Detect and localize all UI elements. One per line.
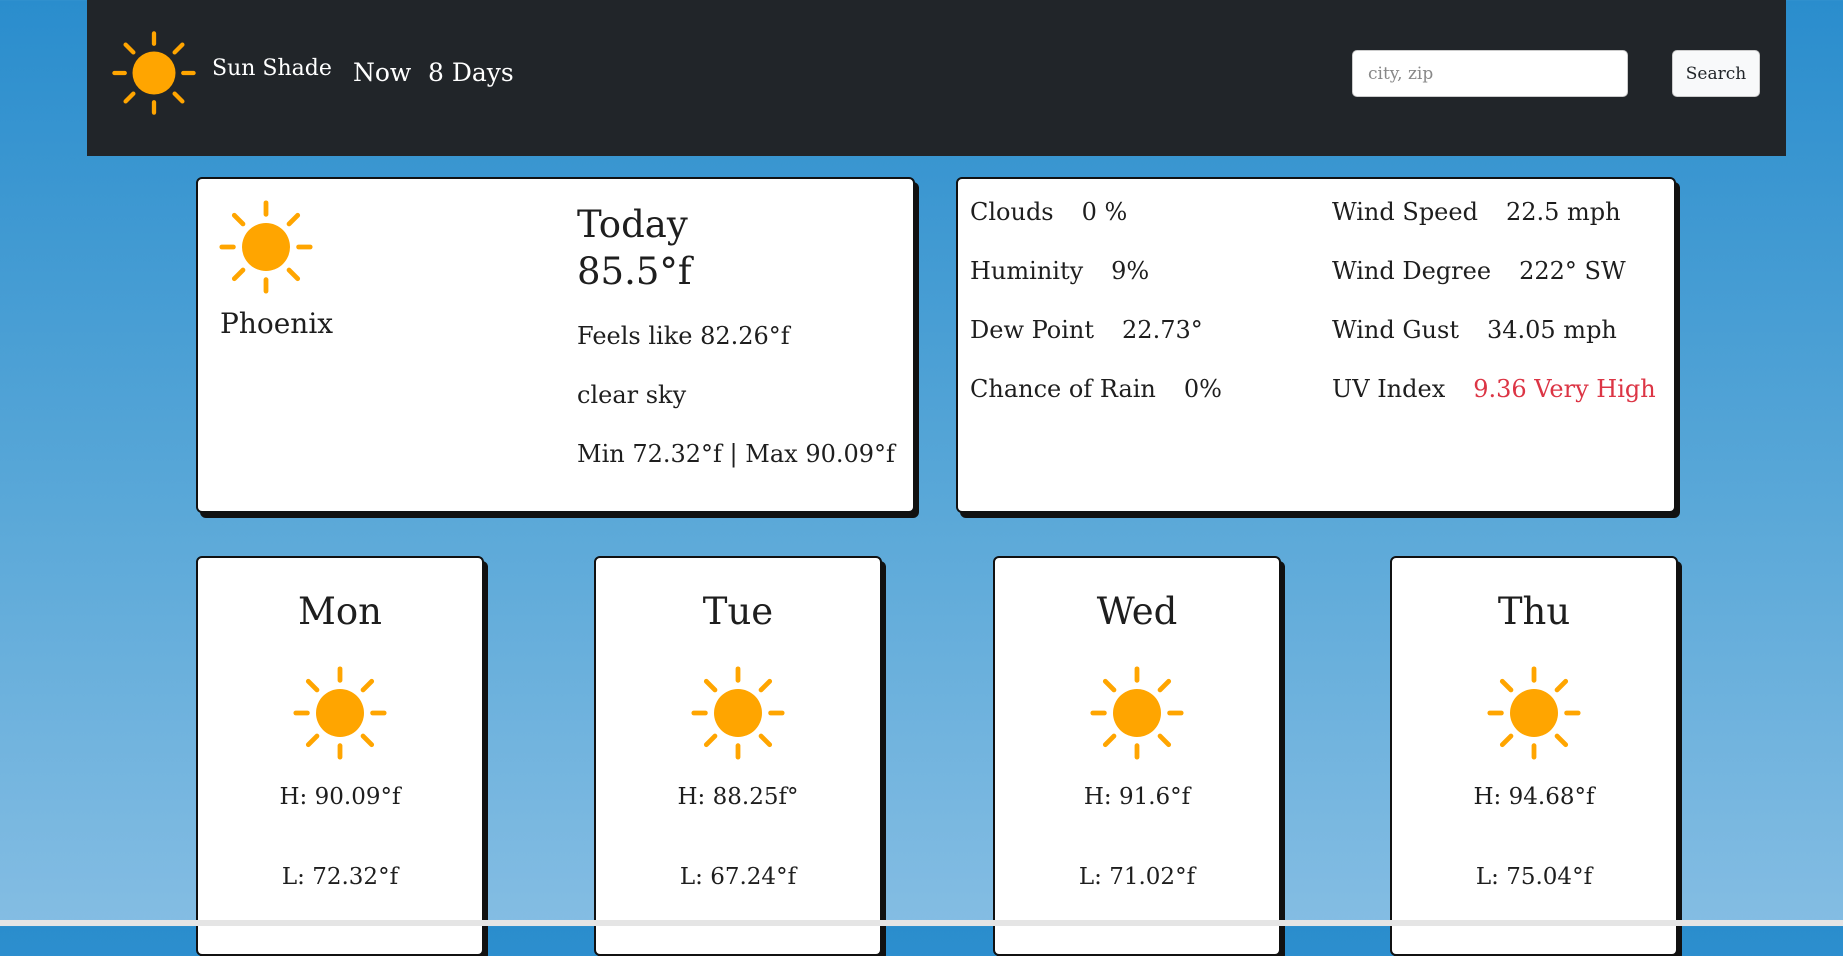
low-temperature: L: 71.02°f [1078,864,1196,890]
detail-chance-of-rain: Chance of Rain 0% [970,375,1222,403]
search-button[interactable]: Search [1672,50,1760,97]
day-name: Thu [1497,590,1571,633]
brand-name[interactable]: Sun Shade [212,56,332,81]
detail-label: Wind Speed [1332,198,1478,226]
sun-icon [691,666,785,760]
detail-value: 34.05 mph [1486,316,1617,344]
detail-uv-index: UV Index 9.36 Very High [1332,375,1656,403]
high-temperature: H: 91.6°f [1083,784,1191,810]
today-title: Today [577,203,688,246]
sun-icon[interactable] [111,24,197,122]
detail-value: 9% [1111,257,1150,285]
forecast-card-wed[interactable]: Wed H: 91.6°f L: 71.02°f [993,556,1281,956]
detail-label: Huminity [970,257,1084,285]
nav-now[interactable]: Now [353,58,411,87]
low-temperature: L: 72.32°f [281,864,399,890]
weather-description: clear sky [577,381,687,409]
detail-label: Chance of Rain [970,375,1156,403]
detail-label: Dew Point [970,316,1095,344]
high-temperature: H: 94.68°f [1473,784,1595,810]
detail-label: Wind Gust [1332,316,1459,344]
sun-icon [1487,666,1581,760]
day-name: Tue [702,590,774,633]
feels-like: Feels like 82.26°f [577,322,790,350]
current-temperature: 85.5°f [577,250,692,293]
detail-value: 0 % [1081,198,1128,226]
detail-dew-point: Dew Point 22.73° [970,316,1203,344]
detail-label: Clouds [970,198,1054,226]
detail-label: Wind Degree [1332,257,1492,285]
day-name: Wed [1096,590,1178,633]
uv-index-value: 9.36 Very High [1473,375,1656,403]
day-name: Mon [298,590,382,633]
forecast-card-thu[interactable]: Thu H: 94.68°f L: 75.04°f [1390,556,1678,956]
forecast-card-tue[interactable]: Tue H: 88.25f° L: 67.24°f [594,556,882,956]
low-temperature: L: 67.24°f [679,864,797,890]
city-name: Phoenix [220,307,334,340]
nav-8-days[interactable]: 8 Days [428,58,514,87]
forecast-card-mon[interactable]: Mon H: 90.09°f L: 72.32°f [196,556,484,956]
current-weather-card: Phoenix Today 85.5°f Feels like 82.26°f … [196,177,915,513]
sun-icon [1090,666,1184,760]
high-temperature: H: 90.09°f [279,784,401,810]
detail-wind-gust: Wind Gust 34.05 mph [1332,316,1617,344]
sun-icon [219,200,313,294]
detail-value: 22.73° [1122,316,1203,344]
detail-value: 0% [1183,375,1222,403]
detail-clouds: Clouds 0 % [970,198,1127,226]
sun-icon [293,666,387,760]
detail-label: UV Index [1332,375,1446,403]
page-bottom-edge [0,920,1843,926]
detail-humidity: Huminity 9% [970,257,1149,285]
min-max-temperature: Min 72.32°f | Max 90.09°f [577,440,895,468]
search-input[interactable] [1352,50,1628,97]
detail-wind-degree: Wind Degree 222° SW [1332,257,1626,285]
weather-details-card: Clouds 0 % Huminity 9% Dew Point 22.73° Cha… [956,177,1676,513]
detail-wind-speed: Wind Speed 22.5 mph [1332,198,1621,226]
navbar: Sun Shade Now 8 Days Search [87,0,1786,156]
detail-value: 222° SW [1519,257,1626,285]
high-temperature: H: 88.25f° [677,784,799,810]
low-temperature: L: 75.04°f [1475,864,1593,890]
detail-value: 22.5 mph [1505,198,1621,226]
